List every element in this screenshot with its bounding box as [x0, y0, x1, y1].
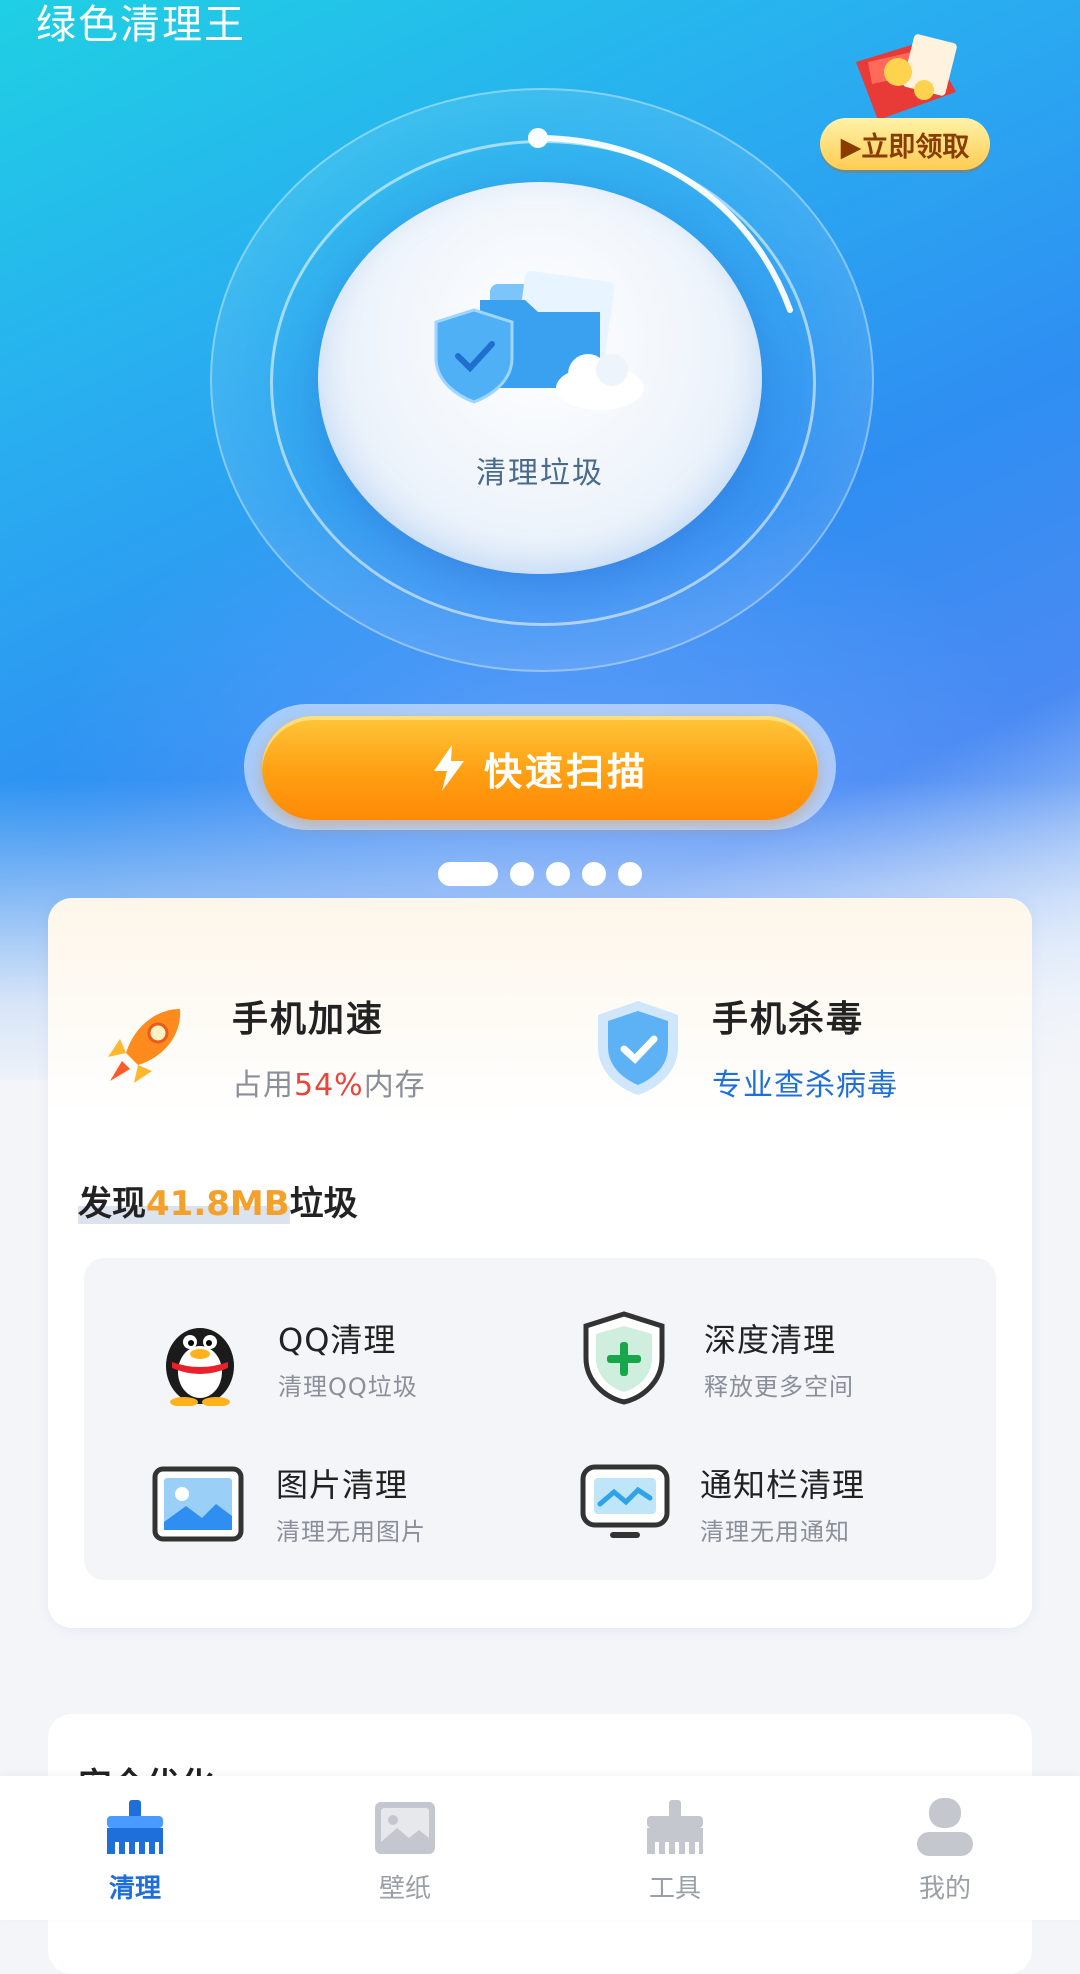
- notification-clean-title: 通知栏清理: [700, 1466, 866, 1504]
- carousel-dot[interactable]: [510, 862, 534, 886]
- carousel-dot[interactable]: [546, 862, 570, 886]
- qq-clean-sub: 清理QQ垃圾: [278, 1372, 418, 1401]
- qq-penguin-icon: [166, 1328, 234, 1406]
- carousel-indicator: [438, 862, 642, 886]
- shield-plus-icon: [583, 1311, 665, 1405]
- rocket-icon: [108, 1009, 181, 1083]
- qq-clean-item[interactable]: QQ清理 清理QQ垃圾: [152, 1310, 418, 1406]
- carousel-dot[interactable]: [582, 862, 606, 886]
- bottom-tab-bar: 清理 壁纸 工具 我的: [0, 1776, 1080, 1920]
- promo-reward[interactable]: ▶立即领取: [820, 28, 1000, 178]
- photo-clean-sub: 清理无用图片: [276, 1518, 426, 1546]
- tab-wallpaper[interactable]: 壁纸: [270, 1776, 540, 1920]
- qq-clean-title: QQ清理: [278, 1320, 397, 1359]
- app-title: 绿色清理王: [36, 2, 246, 48]
- tab-profile-label: 我的: [918, 1874, 971, 1904]
- shield-check-icon: [598, 1001, 678, 1095]
- quick-scan-label: 快速扫描: [483, 749, 648, 794]
- tab-clean[interactable]: 清理: [0, 1776, 270, 1920]
- profile-icon: [917, 1798, 973, 1856]
- phone-speedup-item[interactable]: 手机加速 占用54%内存: [96, 990, 426, 1104]
- notification-clean-item[interactable]: 通知栏清理 清理无用通知: [580, 1460, 865, 1547]
- carousel-dot[interactable]: [618, 862, 642, 886]
- wallpaper-icon: [375, 1802, 435, 1854]
- tab-clean-label: 清理: [108, 1874, 161, 1904]
- deep-clean-title: 深度清理: [704, 1320, 837, 1359]
- carousel-dot-active[interactable]: [438, 862, 498, 886]
- junk-found-summary: 发现41.8MB垃圾: [78, 1184, 358, 1224]
- tab-profile[interactable]: 我的: [810, 1776, 1080, 1920]
- monitor-icon: [580, 1464, 670, 1538]
- quick-scan-button[interactable]: 快速扫描: [262, 716, 818, 820]
- red-packet-icon: [856, 34, 957, 120]
- phone-antivirus-sub: 专业查杀病毒: [712, 1068, 898, 1103]
- promo-claim-button[interactable]: ▶立即领取: [820, 118, 990, 170]
- lightning-icon: [433, 745, 464, 791]
- picture-icon: [152, 1466, 244, 1541]
- phone-speedup-sub: 占用54%内存: [232, 1068, 426, 1103]
- tab-tools-label: 工具: [648, 1874, 701, 1904]
- deep-clean-sub: 释放更多空间: [704, 1372, 854, 1401]
- photo-clean-item[interactable]: 图片清理 清理无用图片: [152, 1460, 426, 1547]
- deep-clean-item[interactable]: 深度清理 释放更多空间: [580, 1310, 854, 1406]
- broom-icon: [107, 1800, 163, 1854]
- tools-icon: [647, 1800, 703, 1854]
- phone-antivirus-item[interactable]: 手机杀毒 专业查杀病毒: [590, 990, 898, 1104]
- phone-antivirus-title: 手机杀毒: [712, 999, 865, 1040]
- phone-speedup-title: 手机加速: [232, 999, 385, 1040]
- clean-junk-label: 清理垃圾: [476, 456, 604, 491]
- tab-tools[interactable]: 工具: [540, 1776, 810, 1920]
- notification-clean-sub: 清理无用通知: [700, 1518, 850, 1546]
- photo-clean-title: 图片清理: [276, 1466, 409, 1504]
- folder-shield-icon: [434, 270, 644, 410]
- tab-wallpaper-label: 壁纸: [378, 1874, 431, 1904]
